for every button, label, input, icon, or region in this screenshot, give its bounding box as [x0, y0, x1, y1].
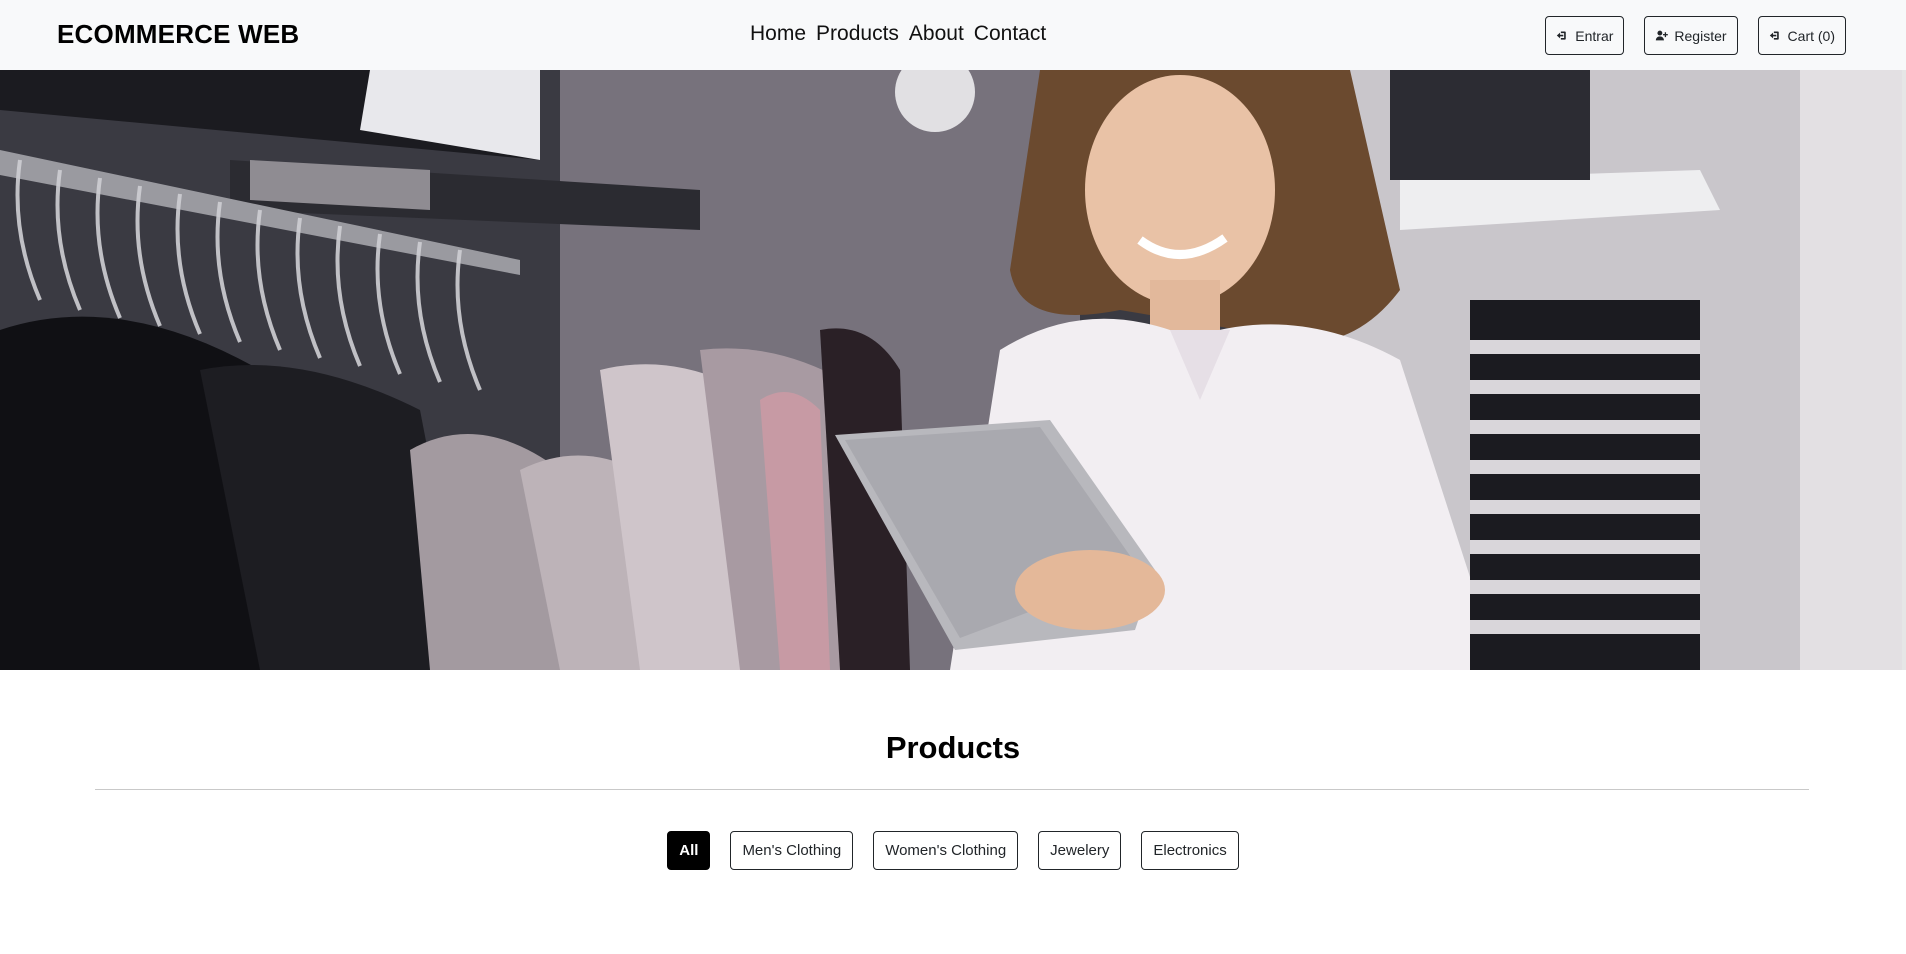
- cart-button[interactable]: Cart (0): [1757, 16, 1846, 55]
- sign-in-icon: [1556, 29, 1569, 42]
- register-button[interactable]: Register: [1644, 16, 1738, 55]
- cart-label: Cart (0): [1787, 27, 1835, 44]
- sign-in-icon: [1769, 29, 1782, 42]
- main-nav: Home Products About Contact: [750, 22, 1046, 46]
- filter-all-button[interactable]: All: [667, 831, 711, 870]
- nav-link-about[interactable]: About: [909, 22, 964, 46]
- section-divider: [95, 789, 1809, 790]
- filter-electronics-button[interactable]: Electronics: [1141, 831, 1239, 870]
- filter-mens-clothing-button[interactable]: Men's Clothing: [730, 831, 854, 870]
- hero-image: [0, 70, 1906, 670]
- hero-banner: [0, 70, 1906, 670]
- nav-link-products[interactable]: Products: [816, 22, 899, 46]
- nav-link-home[interactable]: Home: [750, 22, 806, 46]
- login-button[interactable]: Entrar: [1545, 16, 1625, 55]
- products-title: Products: [885, 730, 1021, 765]
- nav-buttons: Entrar Register Cart (0): [1545, 16, 1846, 55]
- scrollbar[interactable]: [1902, 70, 1906, 670]
- login-label: Entrar: [1575, 27, 1614, 44]
- filter-womens-clothing-button[interactable]: Women's Clothing: [873, 831, 1019, 870]
- navbar: ECOMMERCE WEB Home Products About Contac…: [0, 0, 1906, 70]
- filter-jewelery-button[interactable]: Jewelery: [1038, 831, 1122, 870]
- nav-link-contact[interactable]: Contact: [974, 22, 1046, 46]
- register-label: Register: [1674, 27, 1727, 44]
- brand-logo[interactable]: ECOMMERCE WEB: [57, 19, 299, 50]
- user-plus-icon: [1655, 29, 1669, 42]
- category-filters: All Men's Clothing Women's Clothing Jewe…: [0, 831, 1906, 870]
